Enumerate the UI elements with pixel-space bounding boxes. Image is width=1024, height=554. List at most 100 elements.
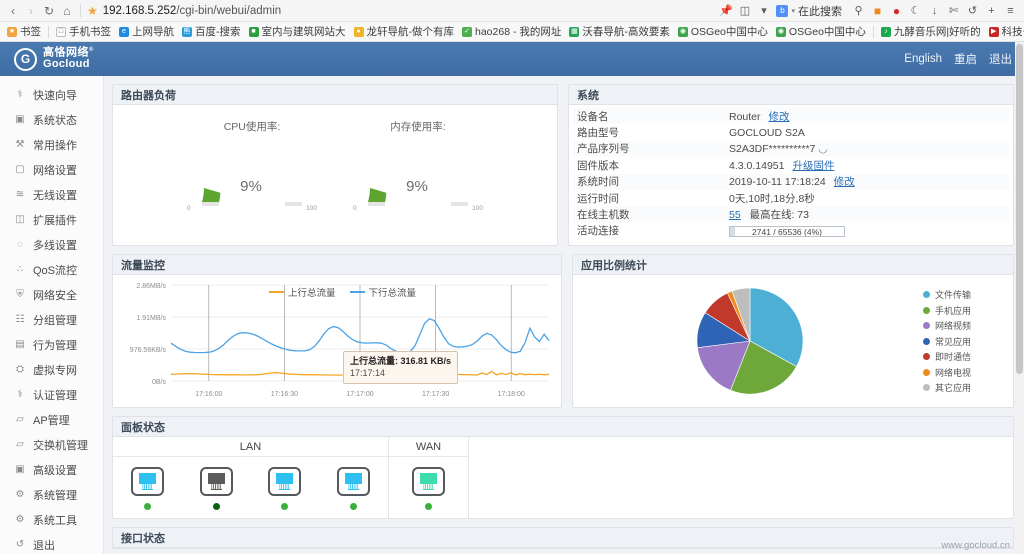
add-icon[interactable]: + — [982, 2, 1001, 20]
pie-chart-area: 文件传输手机应用网络视频常见应用即时通信网络电视其它应用 — [577, 277, 1009, 405]
system-info-value: 4.3.0.14951 升级固件 — [725, 157, 1009, 173]
history-icon[interactable]: ↺ — [963, 2, 982, 20]
row-action-link[interactable]: 升级固件 — [792, 160, 834, 172]
bookmark-favicon: ◉ — [677, 26, 688, 37]
sidebar-item-label: 退出 — [33, 539, 55, 552]
bookmark-item[interactable]: ◉ OSGeo中国中心 — [772, 23, 870, 40]
bookmark-item[interactable]: ♪ 九酵音乐网|好听的 — [877, 23, 985, 40]
bookmark-item[interactable]: ◉ OSGeo中国中心 — [674, 23, 772, 40]
divider — [872, 25, 874, 38]
pie-legend-item[interactable]: 网络电视 — [923, 366, 1005, 379]
language-button[interactable]: English — [904, 53, 942, 65]
sidebar-item-0[interactable]: ⚕ 快速向导 — [0, 82, 103, 107]
card-title-system: 系统 — [569, 85, 1013, 105]
pie-legend-item[interactable]: 手机应用 — [923, 304, 1005, 317]
pie-legend-item[interactable]: 其它应用 — [923, 381, 1005, 394]
bookmark-favicon: e — [119, 26, 129, 37]
legend-item[interactable]: 下行总流量 — [349, 285, 417, 299]
sidebar-item-16[interactable]: ⚙ 系统管理 — [0, 482, 103, 507]
adblock-icon[interactable]: ● — [887, 2, 906, 20]
browser-window: ‹ › ↻ ⌂ ★ 192.168.5.252/cgi-bin/webui/ad… — [0, 0, 1024, 554]
legend-item[interactable]: 上行总流量 — [269, 285, 336, 299]
bookmark-item[interactable]: ✓ hao268 - 我的网址 — [458, 23, 565, 40]
bookmark-item[interactable]: 熊百度-搜索 — [178, 23, 245, 40]
bookmark-item[interactable]: ▶科技吾音智能家居 — [985, 23, 1024, 40]
sidebar-item-14[interactable]: ▱ 交换机管理 — [0, 432, 103, 457]
port-lan-1[interactable] — [130, 467, 164, 510]
sidebar-item-18[interactable]: ↺ 退出 — [0, 532, 103, 554]
brand-name-en: Gocloud — [43, 58, 90, 71]
card-title-app-ratio: 应用比例统计 — [573, 255, 1013, 275]
bookmark-label: OSGeo中国中心 — [788, 26, 866, 38]
menu-icon[interactable]: ≡ — [1001, 2, 1020, 20]
url-path: /cgi-bin/webui/admin — [176, 4, 282, 17]
pie-legend-item[interactable]: 文件传输 — [923, 288, 1005, 301]
svg-text:17:18:00: 17:18:00 — [498, 391, 525, 398]
logout-button[interactable]: 退出 — [989, 51, 1012, 67]
page-scrollbar[interactable] — [1015, 42, 1024, 554]
sidebar-item-13[interactable]: ▱ AP管理 — [0, 407, 103, 432]
pie-legend-item[interactable]: 即时通信 — [923, 350, 1005, 363]
search-input[interactable]: b ▾ 在此搜索 — [773, 2, 847, 19]
back-icon[interactable]: ‹ — [4, 2, 22, 20]
chevron-down-icon[interactable]: ▾ — [754, 2, 773, 20]
bookmark-item[interactable]: ▦ 沃春导航-高效要素 — [565, 23, 674, 40]
sidebar-item-icon: ≋ — [15, 189, 25, 200]
port-lan-4[interactable] — [337, 467, 371, 510]
reload-icon[interactable]: ↻ — [40, 2, 58, 20]
value-text: S2A3DF**********7 — [729, 142, 816, 155]
port-lan-2[interactable] — [199, 467, 233, 510]
forward-icon[interactable]: › — [22, 2, 40, 20]
eye-icon[interactable]: ◡ — [815, 143, 827, 155]
port-led — [212, 503, 220, 510]
sidebar-item-12[interactable]: ⚕ 认证管理 — [0, 382, 103, 407]
bookmark-item[interactable]: ★ 书签 — [3, 23, 45, 40]
sidebar-item-6[interactable]: ◌ 多线设置 — [0, 232, 103, 257]
sidebar-item-1[interactable]: ▣ 系统状态 — [0, 107, 103, 132]
sidebar-item-9[interactable]: ☷ 分组管理 — [0, 307, 103, 332]
online-hosts-link[interactable]: 55 — [729, 209, 741, 221]
scrollbar-thumb[interactable] — [1016, 44, 1023, 374]
dashboard-row-1: 路由器负荷 CPU使用率: 9% 0 100 内存使用率: 9% 0 100 系统 设备名 Ro… — [112, 84, 1014, 252]
download-icon[interactable]: ↓ — [925, 2, 944, 20]
bookmark-item[interactable]: ● 龙轩导航-做个有库 — [350, 23, 459, 40]
moon-icon[interactable]: ☾ — [906, 2, 925, 20]
sidebar-item-2[interactable]: ⚒ 常用操作 — [0, 132, 103, 157]
bookmark-item[interactable]: ■ 室内与建筑网站大 — [245, 23, 350, 40]
collections-icon[interactable]: ◫ — [735, 2, 754, 20]
legend-swatch — [923, 337, 930, 345]
pie-legend-item[interactable]: 网络视频 — [923, 319, 1005, 332]
sidebar-item-10[interactable]: ▤ 行为管理 — [0, 332, 103, 357]
router-load-body: CPU使用率: 9% 0 100 内存使用率: 9% 0 100 — [113, 105, 557, 252]
bookmark-item[interactable]: □ 手机书签 — [52, 23, 115, 40]
magnifier-icon[interactable]: ⚲ — [849, 2, 868, 20]
sidebar-item-3[interactable]: ▢ 网络设置 — [0, 157, 103, 182]
pie-legend-item[interactable]: 常见应用 — [923, 335, 1005, 348]
sidebar-item-17[interactable]: ⚙ 系统工具 — [0, 507, 103, 532]
port-lan-3[interactable] — [268, 467, 302, 510]
address-bar[interactable]: 192.168.5.252/cgi-bin/webui/admin — [103, 5, 281, 17]
sidebar-item-7[interactable]: ∴ QoS流控 — [0, 257, 103, 282]
brand-text: 高恪网络® Gocloud — [43, 47, 94, 71]
pie-chart[interactable] — [577, 285, 923, 397]
row-action-link[interactable]: 修改 — [834, 176, 855, 188]
reboot-button[interactable]: 重启 — [954, 51, 977, 67]
pin-icon[interactable]: 📌 — [716, 2, 735, 20]
port-wan-1[interactable] — [412, 467, 445, 510]
row-action-link[interactable]: 修改 — [769, 111, 790, 123]
home-icon[interactable]: ⌂ — [58, 2, 76, 20]
gauge-group: CPU使用率: 9% 0 100 内存使用率: 9% 0 100 — [121, 111, 549, 252]
traffic-chart[interactable]: 2.86MB/s 1.91MB/s 976.56KB/s 0B/s 17:16:00 17… — [117, 277, 557, 405]
sidebar-item-8[interactable]: ⛨ 网络安全 — [0, 282, 103, 307]
sidebar-item-11[interactable]: ⛭ 虚拟专网 — [0, 357, 103, 382]
sidebar-item-label: 扩展插件 — [33, 214, 77, 227]
cut-icon[interactable]: ✄ — [944, 2, 963, 20]
sidebar-item-4[interactable]: ≋ 无线设置 — [0, 182, 103, 207]
game-icon[interactable]: ■ — [868, 2, 887, 20]
search-placeholder: 在此搜索 — [798, 5, 842, 18]
bookmark-star-icon[interactable]: ★ — [87, 4, 98, 18]
sidebar-item-5[interactable]: ◫ 扩展插件 — [0, 207, 103, 232]
bookmark-item[interactable]: e 上网导航 — [115, 23, 178, 40]
sidebar-item-15[interactable]: ▣ 高级设置 — [0, 457, 103, 482]
legend-label: 下行总流量 — [368, 288, 417, 299]
